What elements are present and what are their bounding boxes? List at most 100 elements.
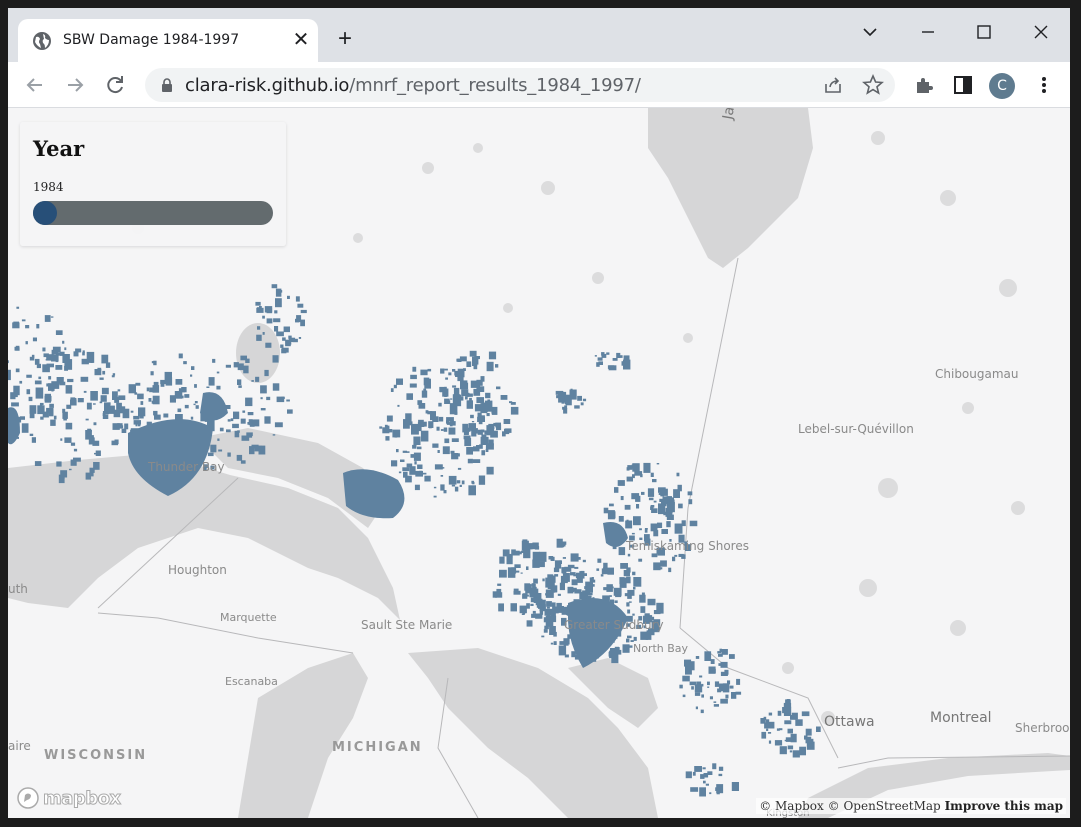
damage-patch — [523, 593, 528, 597]
damage-patch — [56, 461, 62, 467]
damage-patch — [413, 452, 421, 461]
damage-patch — [456, 358, 460, 362]
menu-kebab-icon[interactable] — [1030, 71, 1058, 99]
damage-patch — [473, 446, 480, 452]
damage-patch — [466, 400, 473, 409]
damage-patch — [414, 461, 417, 465]
map-label-duluth: uth — [8, 582, 28, 596]
new-tab-icon[interactable]: + — [333, 27, 357, 52]
damage-patch — [616, 647, 620, 652]
damage-patch — [193, 403, 196, 406]
damage-patch — [688, 499, 693, 505]
damage-patch — [454, 411, 458, 415]
damage-patch — [139, 415, 144, 419]
reload-icon[interactable] — [101, 71, 129, 99]
damage-patch — [191, 366, 195, 370]
profile-avatar[interactable]: C — [989, 73, 1015, 99]
damage-patch — [160, 379, 168, 385]
damage-patch — [25, 325, 30, 329]
map-canvas[interactable]: Thunder Bay Houghton Marquette Sault Ste… — [8, 108, 1070, 818]
damage-patch — [385, 436, 390, 441]
damage-patch — [787, 728, 793, 734]
damage-area — [343, 469, 405, 519]
attribution-mapbox-link[interactable]: © Mapbox — [759, 799, 824, 813]
minimize-icon[interactable] — [914, 18, 942, 46]
damage-patch — [73, 457, 81, 462]
back-icon[interactable] — [21, 71, 49, 99]
damage-patch — [612, 358, 618, 361]
extensions-icon[interactable] — [910, 71, 938, 99]
damage-patch — [25, 341, 28, 345]
damage-patch — [133, 415, 140, 420]
damage-patch — [626, 476, 633, 482]
damage-patch — [281, 396, 285, 399]
damage-patch — [251, 380, 254, 382]
damage-patch — [237, 379, 242, 385]
damage-patch — [462, 423, 469, 433]
damage-patch — [526, 620, 533, 627]
damage-patch — [114, 397, 120, 403]
damage-patch — [603, 562, 608, 569]
damage-patch — [135, 382, 141, 386]
damage-patch — [582, 398, 587, 402]
damage-patch — [760, 718, 766, 724]
damage-patch — [805, 736, 812, 743]
damage-patch — [262, 315, 265, 319]
damage-patch — [481, 436, 485, 440]
damage-patch — [194, 384, 197, 388]
attribution-osm-link[interactable]: © OpenStreetMap — [828, 799, 941, 813]
year-slider[interactable] — [33, 201, 273, 225]
tab-search-icon[interactable] — [856, 18, 884, 46]
address-bar[interactable]: clara-risk.github.io/mnrf_report_results… — [145, 68, 895, 102]
damage-patch — [206, 386, 210, 388]
close-tab-icon[interactable]: ✕ — [290, 29, 312, 51]
damage-patch — [148, 398, 152, 402]
damage-patch — [62, 340, 65, 344]
damage-patch — [627, 609, 631, 614]
damage-patch — [546, 601, 552, 607]
maximize-icon[interactable] — [970, 18, 998, 46]
year-slider-thumb[interactable] — [33, 201, 57, 225]
improve-map-link[interactable]: Improve this map — [945, 799, 1063, 813]
damage-patch — [560, 649, 565, 653]
damage-patch — [626, 576, 631, 584]
damage-patch — [262, 332, 265, 335]
browser-tab[interactable]: SBW Damage 1984-1997 ✕ — [18, 19, 318, 62]
damage-patch — [283, 326, 290, 333]
damage-patch — [761, 731, 767, 739]
damage-patch — [82, 350, 85, 353]
damage-patch — [614, 600, 618, 603]
damage-patch — [532, 551, 540, 561]
forward-icon[interactable] — [61, 71, 89, 99]
mapbox-logo[interactable]: mapbox — [16, 785, 122, 811]
side-panel-icon[interactable] — [949, 71, 977, 99]
damage-patch — [468, 423, 476, 431]
damage-patch — [440, 368, 445, 374]
damage-patch — [101, 354, 109, 364]
bookmark-star-icon[interactable] — [861, 73, 885, 97]
damage-patch — [272, 434, 276, 436]
close-window-icon[interactable] — [1027, 18, 1055, 46]
damage-patch — [394, 434, 398, 438]
damage-patch — [790, 733, 797, 743]
damage-patch — [718, 766, 724, 771]
damage-patch — [712, 763, 717, 770]
damage-patch — [548, 556, 554, 560]
damage-patch — [227, 452, 231, 457]
damage-patch — [668, 567, 672, 573]
damage-patch — [65, 422, 73, 430]
damage-patch — [816, 726, 821, 732]
damage-patch — [264, 369, 269, 377]
damage-patch — [707, 686, 710, 688]
lock-icon[interactable] — [159, 77, 175, 93]
share-icon[interactable] — [821, 73, 845, 97]
damage-patch — [281, 347, 289, 353]
damage-patch — [716, 792, 720, 795]
damage-patch — [440, 429, 444, 431]
damage-patch — [59, 351, 65, 356]
damage-patch — [468, 485, 476, 496]
damage-patch — [666, 521, 671, 528]
damage-patch — [271, 284, 278, 289]
damage-patch — [44, 393, 51, 403]
damage-patch — [10, 392, 16, 400]
